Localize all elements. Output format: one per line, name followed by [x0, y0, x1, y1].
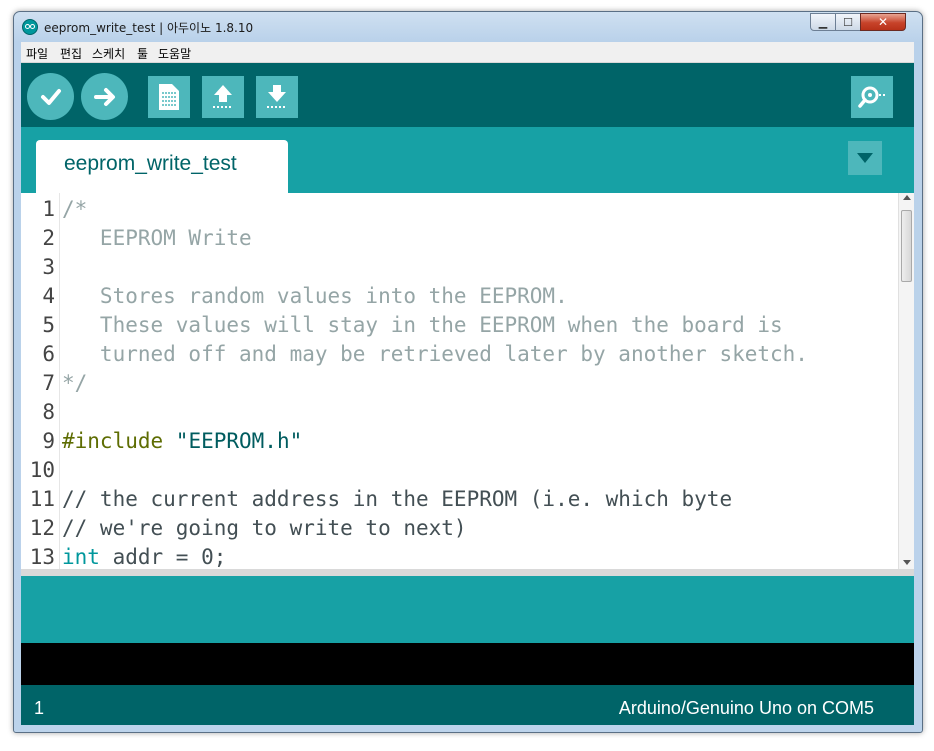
code-line[interactable]: 2 EEPROM Write [21, 224, 901, 253]
line-number: 1 [42, 197, 55, 221]
new-sketch-button[interactable] [148, 76, 190, 118]
code-line[interactable]: 6 turned off and may be retrieved later … [21, 340, 901, 369]
code-token: // the current address in the EEPROM (i.… [62, 487, 733, 511]
menu-bar: 파일 편집 스케치 툴 도움말 [21, 42, 914, 63]
code-text: int addr = 0; [62, 543, 226, 569]
tab-menu-button[interactable] [848, 141, 882, 175]
editor-console-divider[interactable] [21, 569, 914, 576]
menu-edit[interactable]: 편집 [60, 45, 82, 62]
scroll-down-icon[interactable] [903, 560, 911, 565]
code-line[interactable]: 3 [21, 253, 901, 282]
code-text: turned off and may be retrieved later by… [62, 340, 808, 369]
code-token: addr = 0; [99, 545, 227, 569]
line-number: 7 [42, 371, 55, 395]
line-number: 9 [42, 429, 55, 453]
upload-button[interactable] [81, 73, 128, 120]
menu-file[interactable]: 파일 [26, 45, 48, 62]
code-line[interactable]: 9 #include "EEPROM.h" [21, 427, 901, 456]
line-number: 6 [42, 342, 55, 366]
line-number: 2 [42, 226, 55, 250]
save-sketch-button[interactable] [256, 76, 298, 118]
line-number: 13 [29, 545, 55, 569]
code-line[interactable]: 4 Stores random values into the EEPROM. [21, 282, 901, 311]
save-icon [267, 85, 287, 108]
title-bar[interactable]: eeprom_write_test | 아두이노 1.8.10 ▁ ☐ ✕ [14, 12, 922, 42]
code-token: "EEPROM.h" [175, 429, 303, 453]
code-token: int [62, 545, 100, 569]
code-token: /* [62, 197, 88, 221]
new-icon [159, 84, 179, 110]
serial-monitor-icon [858, 86, 885, 108]
scroll-up-icon[interactable] [903, 195, 911, 200]
menu-help[interactable]: 도움말 [158, 45, 191, 62]
code-text: // the current address in the EEPROM (i.… [62, 485, 732, 514]
open-icon [213, 85, 233, 108]
code-token: */ [62, 371, 88, 395]
code-line[interactable]: 12 // we're going to write to next) [21, 514, 901, 543]
toolbar [21, 63, 914, 127]
code-line[interactable]: 10 [21, 456, 901, 485]
close-button[interactable]: ✕ [860, 13, 906, 31]
code-token: Stores random values into the EEPROM. [62, 284, 568, 308]
code-line[interactable]: 13 int addr = 0; [21, 543, 901, 569]
verify-icon [40, 88, 61, 105]
code-editor[interactable]: 1/* 2 EEPROM Write 3 4 Stores random values… [21, 193, 914, 569]
open-sketch-button[interactable] [202, 76, 244, 118]
code-text: /* [62, 195, 87, 224]
code-text: // we're going to write to next) [62, 514, 467, 543]
arduino-logo-icon [22, 19, 38, 35]
code-token: // we're going to write to next) [62, 516, 467, 540]
tab-eeprom-write-test[interactable]: eeprom_write_test [36, 140, 288, 193]
window-title: eeprom_write_test | 아두이노 1.8.10 [44, 21, 254, 35]
status-bar: 1 Arduino/Genuino Uno on COM5 [21, 685, 914, 725]
line-number: 5 [42, 313, 55, 337]
code-token: turned off and may be retrieved later by… [62, 342, 808, 366]
vertical-scrollbar[interactable] [898, 193, 914, 569]
code-line[interactable]: 11 // the current address in the EEPROM (… [21, 485, 901, 514]
line-number: 12 [29, 516, 55, 540]
code-text: EEPROM Write [62, 224, 252, 253]
maximize-button[interactable]: ☐ [835, 13, 861, 31]
board-port-label: Arduino/Genuino Uno on COM5 [618, 698, 874, 718]
line-number: 11 [29, 487, 55, 511]
console-output[interactable] [21, 643, 914, 685]
code-line[interactable]: 7 */ [21, 369, 901, 398]
code-line[interactable]: 8 [21, 398, 901, 427]
cursor-line-number: 1 [34, 698, 45, 718]
code-text: Stores random values into the EEPROM. [62, 282, 568, 311]
minimize-icon: ▁ [818, 15, 828, 29]
close-icon: ✕ [877, 15, 889, 29]
code-token: These values will stay in the EEPROM whe… [62, 313, 783, 337]
line-number: 4 [42, 284, 55, 308]
code-line[interactable]: 5 These values will stay in the EEPROM w… [21, 311, 901, 340]
minimize-button[interactable]: ▁ [810, 13, 836, 31]
upload-icon [93, 87, 115, 106]
tab-bar: eeprom_write_test [21, 127, 914, 193]
menu-sketch[interactable]: 스케치 [92, 45, 125, 62]
menu-tools[interactable]: 툴 [137, 45, 148, 62]
message-area [21, 576, 914, 643]
line-number: 3 [42, 255, 55, 279]
code-text: #include "EEPROM.h" [62, 427, 302, 456]
scroll-thumb[interactable] [901, 210, 912, 282]
line-number: 8 [42, 400, 55, 424]
triangle-down-icon [857, 153, 873, 163]
line-number: 10 [29, 458, 55, 482]
maximize-icon: ☐ [843, 15, 853, 29]
ide-window: eeprom_write_test | 아두이노 1.8.10 ▁ ☐ ✕ 파일… [13, 11, 923, 733]
code-text: */ [62, 369, 87, 398]
tab-label: eeprom_write_test [64, 152, 237, 175]
code-token: EEPROM Write [62, 226, 252, 250]
code-line[interactable]: 1 /* [21, 195, 901, 224]
code-token: #include [62, 429, 176, 453]
serial-monitor-button[interactable] [851, 76, 893, 118]
code-text: These values will stay in the EEPROM whe… [62, 311, 783, 340]
verify-button[interactable] [27, 73, 74, 120]
